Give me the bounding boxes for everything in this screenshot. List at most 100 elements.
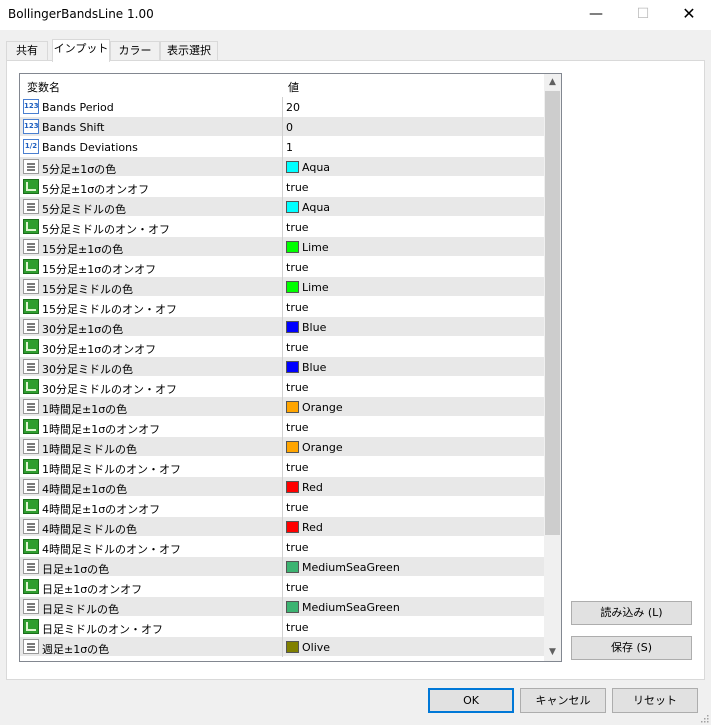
resize-grip-icon[interactable] — [699, 713, 709, 723]
table-row[interactable]: 日足±1σのオンオフ true — [20, 577, 544, 597]
color-swatch[interactable] — [286, 281, 299, 293]
parameter-value[interactable]: true — [286, 221, 309, 234]
parameter-name: 15分足ミドルの色 — [42, 283, 133, 296]
parameter-value[interactable]: Aqua — [302, 201, 330, 214]
table-row[interactable]: 15分足ミドルの色 Lime — [20, 277, 544, 297]
table-row[interactable]: 日足ミドルのオン・オフ true — [20, 617, 544, 637]
tab-colors[interactable]: カラー — [110, 41, 160, 61]
table-row[interactable]: 1/2 Bands Deviations 1 — [20, 137, 544, 157]
parameter-value[interactable]: true — [286, 301, 309, 314]
parameter-value[interactable]: true — [286, 621, 309, 634]
table-row[interactable]: 5分足±1σのオンオフ true — [20, 177, 544, 197]
table-row[interactable]: 5分足±1σの色 Aqua — [20, 157, 544, 177]
maximize-icon[interactable]: ☐ — [620, 0, 666, 30]
table-row[interactable]: 4時間足±1σのオンオフ true — [20, 497, 544, 517]
parameter-value[interactable]: Aqua — [302, 161, 330, 174]
table-row[interactable]: 1時間足±1σの色 Orange — [20, 397, 544, 417]
parameter-value[interactable]: true — [286, 581, 309, 594]
parameter-value[interactable]: Red — [302, 521, 323, 534]
parameter-value[interactable]: MediumSeaGreen — [302, 561, 400, 574]
color-swatch[interactable] — [286, 241, 299, 253]
parameter-value[interactable]: Olive — [302, 641, 330, 654]
table-row[interactable]: 5分足ミドルの色 Aqua — [20, 197, 544, 217]
scroll-up-icon[interactable]: ▲ — [544, 74, 561, 91]
table-row[interactable]: 日足ミドルの色 MediumSeaGreen — [20, 597, 544, 617]
tab-visualization[interactable]: 表示選択 — [160, 41, 218, 61]
table-row[interactable]: 30分足±1σの色 Blue — [20, 317, 544, 337]
table-row[interactable]: 1時間足ミドルの色 Orange — [20, 437, 544, 457]
parameter-value[interactable]: Blue — [302, 361, 326, 374]
color-swatch[interactable] — [286, 441, 299, 453]
close-icon[interactable]: ✕ — [666, 0, 711, 30]
color-swatch[interactable] — [286, 321, 299, 333]
column-header-name[interactable]: 変数名 — [27, 79, 60, 95]
parameter-value[interactable]: MediumSeaGreen — [302, 601, 400, 614]
bool-icon — [23, 299, 39, 314]
parameter-value[interactable]: Lime — [302, 241, 329, 254]
table-row[interactable]: 4時間足±1σの色 Red — [20, 477, 544, 497]
column-divider — [282, 497, 283, 517]
parameter-value[interactable]: true — [286, 341, 309, 354]
parameter-value[interactable]: true — [286, 181, 309, 194]
parameter-value[interactable]: true — [286, 541, 309, 554]
tab-inputs[interactable]: インプット — [52, 39, 110, 62]
parameter-value[interactable]: Blue — [302, 321, 326, 334]
column-divider — [282, 417, 283, 437]
number-icon: 123 — [23, 99, 39, 114]
table-row[interactable]: 30分足±1σのオンオフ true — [20, 337, 544, 357]
table-row[interactable]: 週足±1σの色 Olive — [20, 637, 544, 657]
parameter-value[interactable]: true — [286, 501, 309, 514]
table-row[interactable]: 日足±1σの色 MediumSeaGreen — [20, 557, 544, 577]
table-row[interactable]: 30分足ミドルの色 Blue — [20, 357, 544, 377]
color-swatch[interactable] — [286, 641, 299, 653]
parameter-value[interactable]: 1 — [286, 141, 293, 154]
table-row[interactable]: 15分足±1σのオンオフ true — [20, 257, 544, 277]
load-button[interactable]: 読み込み (L) — [571, 601, 692, 625]
color-swatch[interactable] — [286, 401, 299, 413]
icon-label: 123 — [24, 102, 39, 110]
tab-common[interactable]: 共有 — [6, 41, 48, 61]
table-row[interactable]: 15分足±1σの色 Lime — [20, 237, 544, 257]
table-row[interactable]: 123 Bands Shift 0 — [20, 117, 544, 137]
color-swatch[interactable] — [286, 561, 299, 573]
color-swatch[interactable] — [286, 521, 299, 533]
parameter-value[interactable]: true — [286, 261, 309, 274]
table-row[interactable]: 4時間足ミドルのオン・オフ true — [20, 537, 544, 557]
parameter-value[interactable]: Orange — [302, 401, 343, 414]
parameter-value[interactable]: 20 — [286, 101, 300, 114]
column-divider — [282, 517, 283, 537]
parameter-value[interactable]: Orange — [302, 441, 343, 454]
cancel-button[interactable]: キャンセル — [520, 688, 606, 713]
table-row[interactable]: 123 Bands Period 20 — [20, 97, 544, 117]
reset-button[interactable]: リセット — [612, 688, 698, 713]
color-swatch[interactable] — [286, 161, 299, 173]
minimize-icon[interactable]: — — [573, 0, 619, 30]
ok-button[interactable]: OK — [428, 688, 514, 713]
inputs-grid: 変数名 値 123 Bands Period 20 123 Bands Shift 0 1/… — [19, 73, 562, 662]
table-row[interactable]: 15分足ミドルのオン・オフ true — [20, 297, 544, 317]
icon-label: 123 — [24, 122, 39, 130]
parameter-value[interactable]: Red — [302, 481, 323, 494]
color-swatch[interactable] — [286, 201, 299, 213]
parameter-value[interactable]: true — [286, 421, 309, 434]
column-header-value[interactable]: 値 — [288, 79, 299, 95]
save-button[interactable]: 保存 (S) — [571, 636, 692, 660]
vertical-scrollbar[interactable]: ▲ ▼ — [544, 74, 561, 661]
parameter-value[interactable]: true — [286, 461, 309, 474]
table-row[interactable]: 1時間足ミドルのオン・オフ true — [20, 457, 544, 477]
table-row[interactable]: 1時間足±1σのオンオフ true — [20, 417, 544, 437]
parameter-value[interactable]: Lime — [302, 281, 329, 294]
table-row[interactable]: 4時間足ミドルの色 Red — [20, 517, 544, 537]
color-swatch[interactable] — [286, 361, 299, 373]
table-row[interactable]: 5分足ミドルのオン・オフ true — [20, 217, 544, 237]
table-row[interactable]: 30分足ミドルのオン・オフ true — [20, 377, 544, 397]
bool-icon — [23, 459, 39, 474]
parameter-value[interactable]: true — [286, 381, 309, 394]
scroll-thumb[interactable] — [545, 91, 560, 535]
color-swatch[interactable] — [286, 601, 299, 613]
parameter-name: 30分足ミドルの色 — [42, 363, 133, 376]
color-swatch[interactable] — [286, 481, 299, 493]
parameter-value[interactable]: 0 — [286, 121, 293, 134]
scroll-down-icon[interactable]: ▼ — [544, 644, 561, 661]
number-icon: 123 — [23, 119, 39, 134]
